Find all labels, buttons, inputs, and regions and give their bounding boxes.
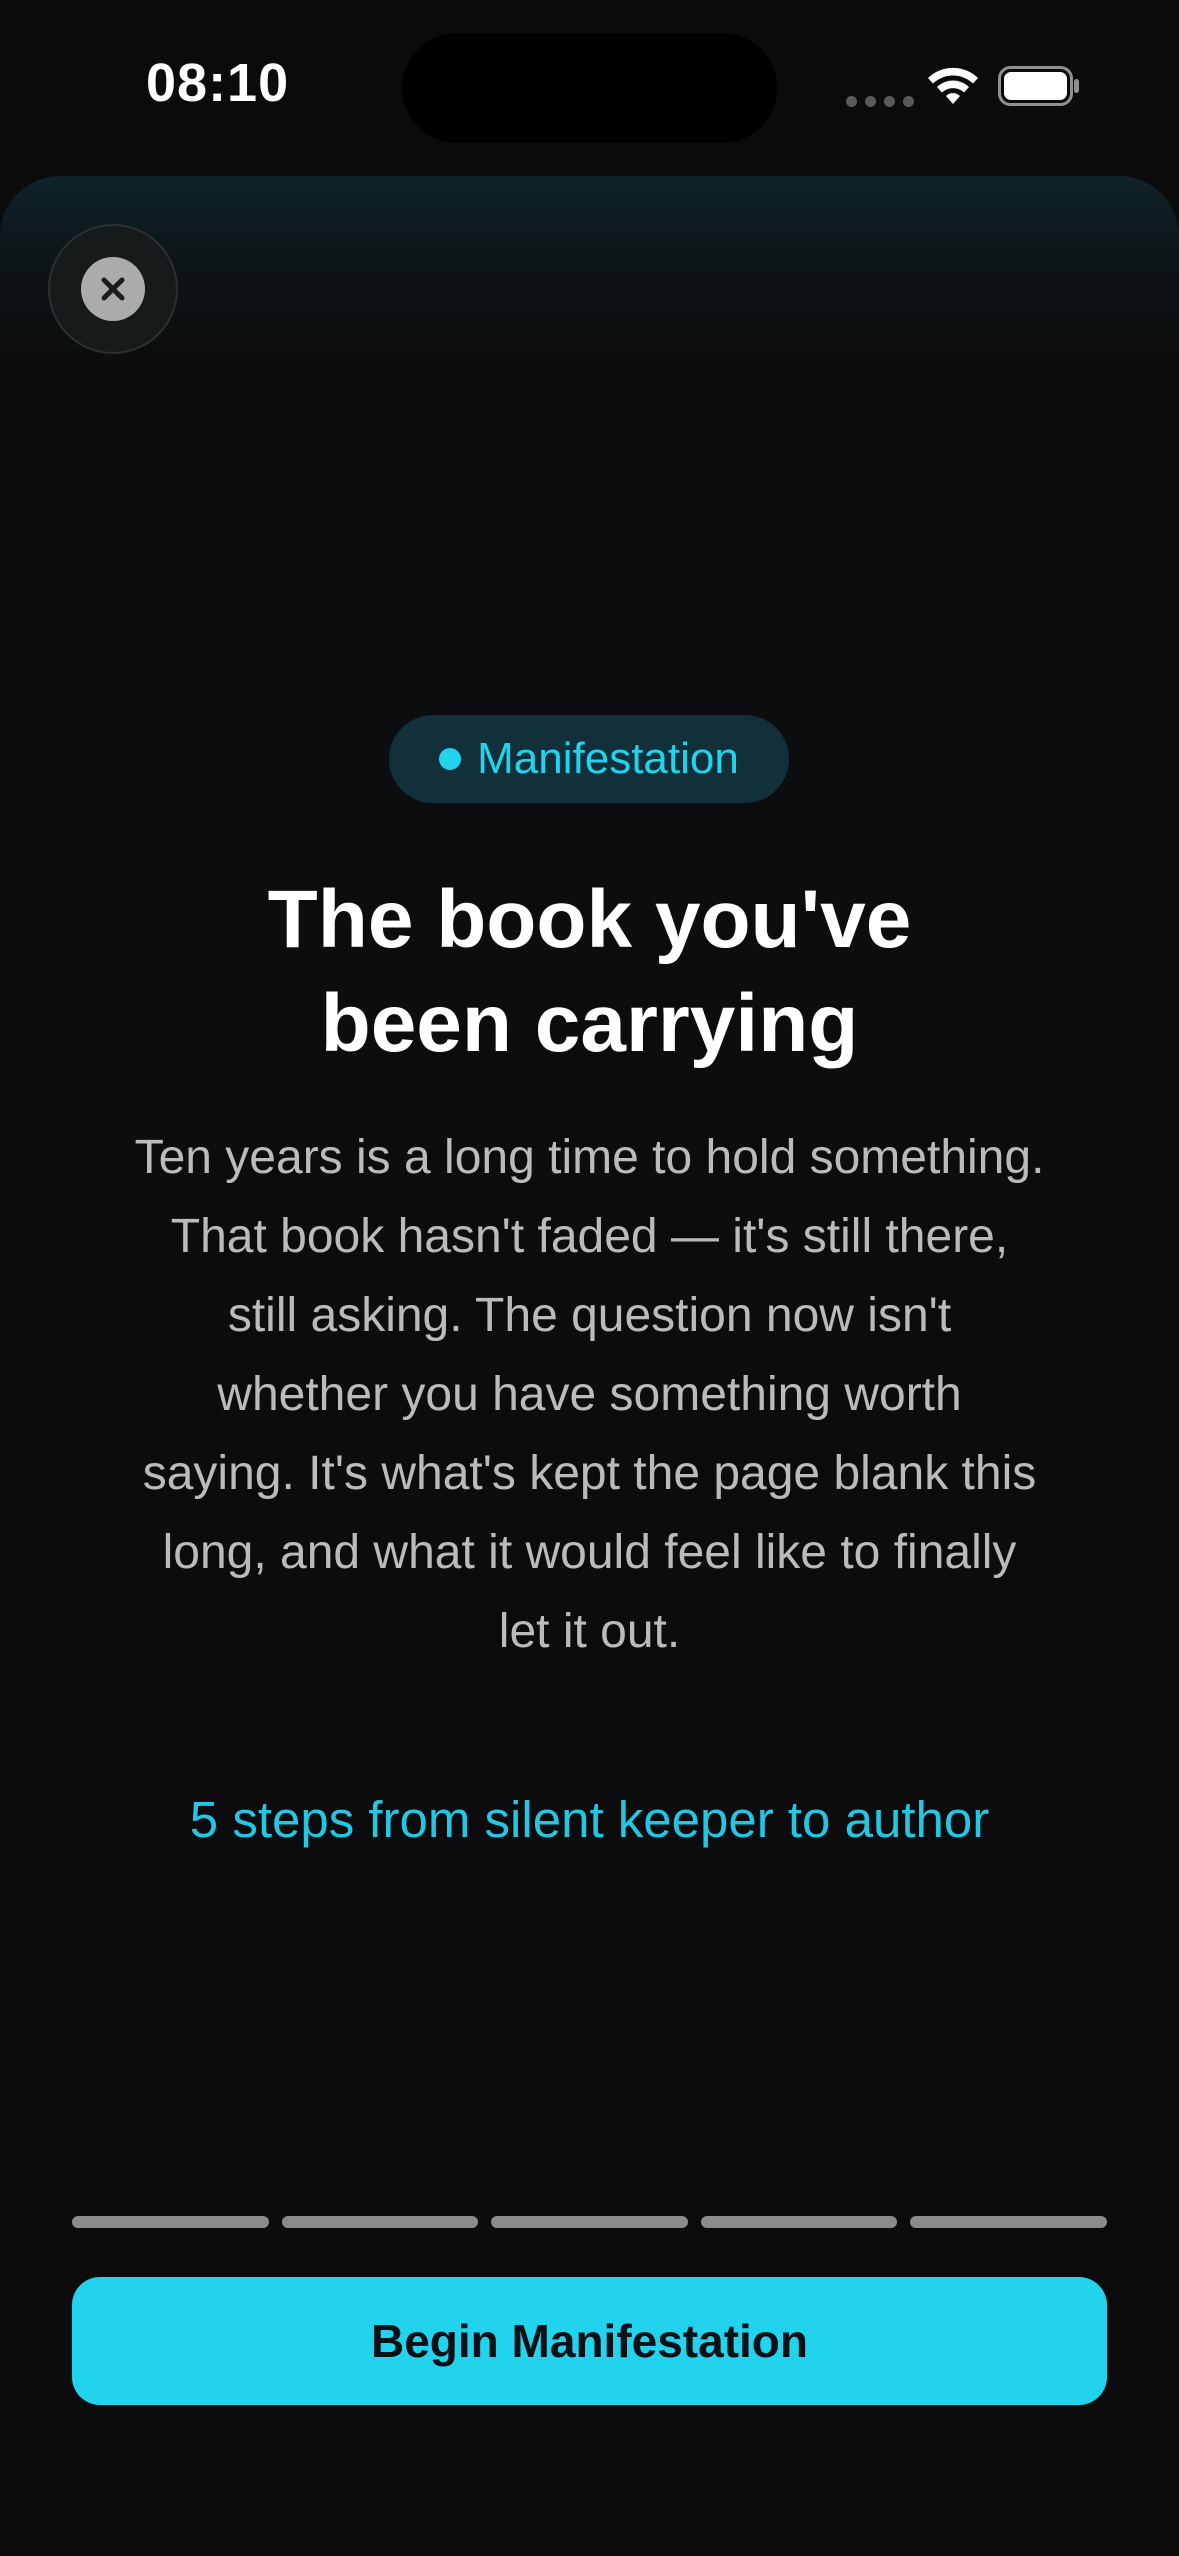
- description-line: saying. It's what's kept the page blank …: [142, 1447, 1037, 1500]
- progress-segment: [910, 2216, 1107, 2228]
- dynamic-island: [402, 33, 777, 143]
- signal-dots-icon: [846, 96, 914, 107]
- description-text: Ten years is a long time to hold somethi…: [98, 1118, 1081, 1671]
- title-line: The book you've: [267, 874, 912, 965]
- status-bar: 08:10: [0, 0, 1179, 170]
- close-button[interactable]: [48, 224, 178, 354]
- title-line: been carrying: [320, 978, 859, 1069]
- step-progress-bar: [72, 2216, 1107, 2228]
- battery-icon: [998, 66, 1079, 106]
- chip-dot-icon: [439, 748, 462, 770]
- description-line: let it out.: [498, 1605, 681, 1658]
- description-line: still asking. The question now isn't: [227, 1289, 952, 1342]
- progress-segment: [72, 2216, 269, 2228]
- close-icon: [81, 257, 145, 321]
- description-line: That book hasn't faded — it's still ther…: [170, 1210, 1009, 1263]
- category-chip: Manifestation: [389, 715, 789, 803]
- steps-link[interactable]: 5 steps from silent keeper to author: [90, 1790, 1089, 1849]
- progress-segment: [700, 2216, 898, 2228]
- begin-manifestation-button[interactable]: Begin Manifestation: [72, 2277, 1107, 2405]
- page-title: The book you've been carrying: [90, 868, 1089, 1076]
- progress-segment: [491, 2216, 688, 2228]
- description-line: long, and what it would feel like to fin…: [162, 1526, 1017, 1579]
- chip-label: Manifestation: [477, 734, 739, 783]
- progress-segment: [281, 2216, 479, 2228]
- status-time: 08:10: [146, 53, 290, 113]
- description-line: whether you have something worth: [217, 1368, 962, 1421]
- description-line: Ten years is a long time to hold somethi…: [134, 1131, 1045, 1184]
- wifi-icon: [928, 67, 978, 104]
